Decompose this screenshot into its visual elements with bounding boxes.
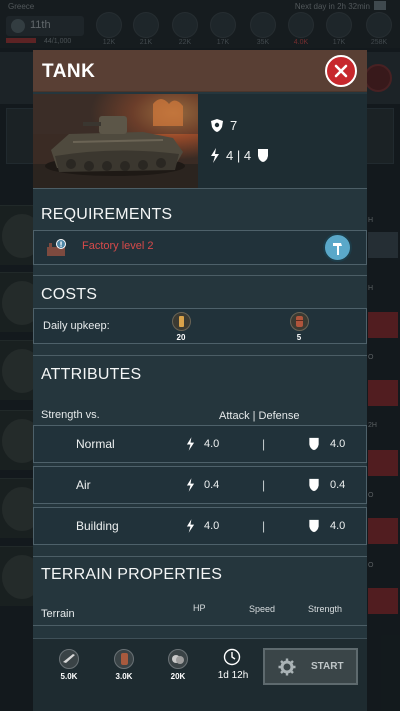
attributes-col-left: Strength vs. [41,409,100,421]
cost-value: 20K [170,672,186,681]
terrain-col-strength: Strength [308,604,343,614]
costs-heading: COSTS [41,286,98,303]
requirement-text: Factory level 2 [82,240,154,252]
attribute-name: Building [76,519,119,533]
attack-stat: 4 | 4 [210,148,269,163]
unit-detail-modal: TANK 7 4 | 4 REQUIREMENTS Factory level … [33,50,367,711]
terrain-heading: TERRAIN PROPERTIES [41,566,223,583]
rifle-icon [59,649,79,669]
close-icon [334,64,348,78]
shield-icon [309,519,319,533]
value-separator: | [262,437,266,451]
attribute-name: Normal [76,437,115,451]
defense-value: 4.0 [330,438,346,450]
defense-value: 4.0 [330,520,346,532]
upkeep-value: 20 [176,333,186,342]
shield-icon [309,437,319,451]
hammer-icon [333,243,342,255]
divider [33,188,367,189]
clock-icon [223,648,241,666]
shield-icon [309,478,319,492]
divider [33,625,367,626]
requirements-heading: REQUIREMENTS [41,206,173,223]
factory-icon [47,239,66,256]
upkeep-value: 5 [296,333,302,342]
attributes-heading: ATTRIBUTES [41,366,142,383]
modal-header: TANK [33,50,367,92]
production-footer: 5.0K 3.0K 20K 1d 12h START [33,638,367,711]
divider [33,275,367,276]
shield-icon [258,149,269,162]
attack-value: 4.0 [204,520,220,532]
coins-icon [168,649,188,669]
attribute-row: Normal 4.0 | 4.0 [33,425,367,463]
barrel-icon [290,312,309,331]
lightning-icon [186,478,195,492]
build-button[interactable] [323,233,352,262]
attack-value: 4.0 [204,438,220,450]
terrain-col-hp: HP [193,603,206,613]
oil-icon [172,312,191,331]
attribute-row: Building 4.0 | 4.0 [33,507,367,545]
divider [33,556,367,557]
upkeep-label: Daily upkeep: [43,320,110,332]
upkeep-row: Daily upkeep: 20 5 [33,308,367,344]
modal-title: TANK [42,61,96,82]
attribute-row: Air 0.4 | 0.4 [33,466,367,504]
value-separator: | [262,478,266,492]
lightning-icon [186,437,195,451]
unit-stats: 7 4 | 4 [198,94,367,188]
attack-value: 0.4 [204,479,220,491]
cost-value: 3.0K [115,672,133,681]
terrain-col-speed: Speed [249,604,276,614]
start-button[interactable]: START [263,648,358,685]
requirement-row: Factory level 2 [33,230,367,265]
lightning-icon [186,519,195,533]
divider [33,355,367,356]
cost-value: 5.0K [60,672,78,681]
tank-illustration [33,94,198,188]
close-button[interactable] [325,55,357,87]
defense-value: 7 [230,118,238,133]
attack-value: 4 | 4 [226,148,252,163]
value-separator: | [262,519,266,533]
defense-stat: 7 [210,118,237,133]
gear-icon [278,658,296,676]
attribute-name: Air [76,478,91,492]
lightning-icon [211,148,219,163]
terrain-col-terrain: Terrain [41,608,75,620]
start-label: START [311,661,344,672]
unit-hero: 7 4 | 4 [33,94,367,188]
attributes-col-right: Attack | Defense [219,410,300,422]
build-time: 1d 12h [217,670,249,681]
barrel-icon [114,649,134,669]
shield-icon [211,119,223,132]
tank-image [33,94,198,188]
defense-value: 0.4 [330,479,346,491]
